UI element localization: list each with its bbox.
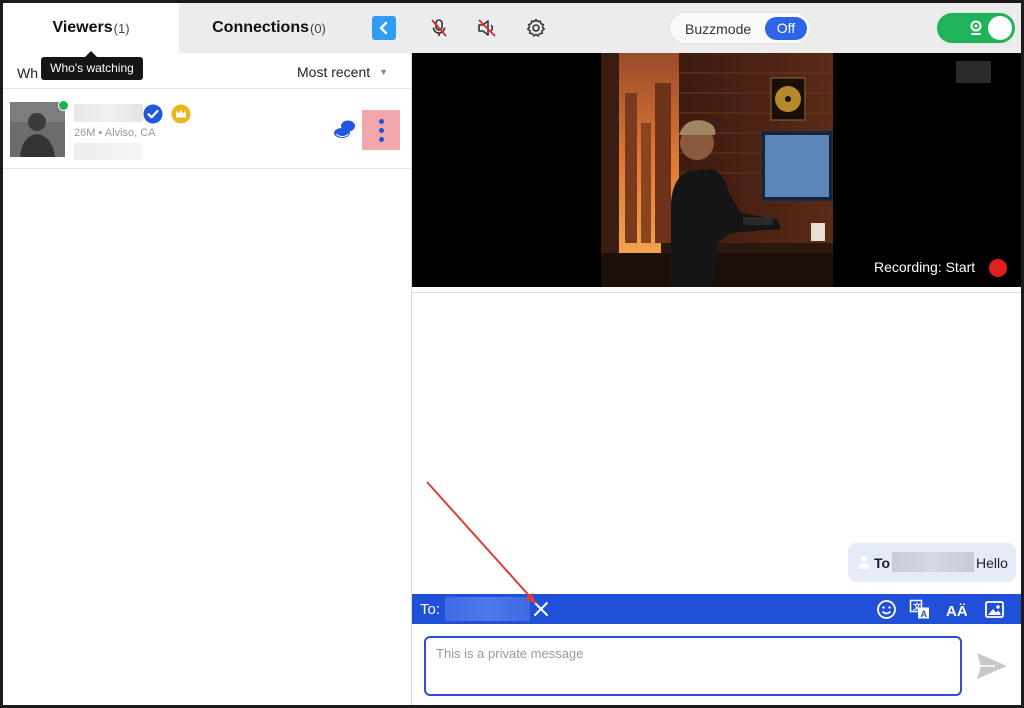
caret-down-icon: ▼: [379, 67, 389, 77]
send-icon[interactable]: [975, 650, 1009, 682]
tab-connections[interactable]: Connections (0): [179, 3, 359, 53]
recording-label: Recording: Start: [874, 259, 976, 275]
mute-mic-button[interactable]: [427, 16, 451, 40]
online-status-dot: [58, 100, 69, 111]
buzzmode-label: Buzzmode: [685, 21, 752, 37]
webcam-icon: [970, 20, 982, 35]
viewer-detail-redacted: [74, 143, 142, 160]
camera-toggle[interactable]: [937, 13, 1015, 43]
buzzmode-control: Buzzmode Off: [669, 12, 811, 44]
tab-viewers[interactable]: Viewers (1): [3, 3, 179, 53]
record-button[interactable]: [989, 259, 1007, 277]
video-frame-image: [601, 53, 833, 287]
speaker-muted-icon: [478, 19, 496, 37]
message-recipient-redacted: [892, 552, 974, 572]
close-icon[interactable]: [531, 599, 551, 619]
viewer-name-redacted: [74, 104, 143, 122]
overlay-redacted: [956, 61, 991, 83]
crown-icon: [171, 104, 191, 124]
svg-text:A: A: [921, 609, 928, 619]
avatar[interactable]: [10, 102, 65, 157]
tab-connections-label: Connections: [212, 19, 309, 36]
sort-label: Most recent: [297, 64, 371, 80]
kebab-dot: [378, 118, 384, 124]
translate-icon[interactable]: 文 A: [909, 599, 930, 620]
recipient-bar: To: 文 A AÄ: [412, 594, 1021, 624]
font-style-icon[interactable]: AÄ: [946, 599, 967, 620]
tooltip: Who's watching: [41, 51, 143, 80]
top-bar: Viewers (1) Connections (0) Buzzmode Off: [3, 3, 1021, 53]
app-window: Viewers (1) Connections (0) Buzzmode Off…: [0, 0, 1024, 708]
verified-icon: [143, 104, 163, 124]
message-to-label: To: [874, 555, 891, 571]
tab-connections-count: (0): [310, 20, 326, 36]
viewer-list-item[interactable]: 26M • Alviso, CA: [3, 89, 411, 169]
person-icon: [858, 556, 869, 569]
camera-toggle-knob: [988, 16, 1012, 40]
kebab-dot: [378, 127, 384, 133]
viewers-panel: Wh Most recent ▼ 26M • Alviso, CA: [3, 53, 412, 705]
compose-area: [412, 624, 1021, 705]
tab-viewers-count: (1): [113, 20, 130, 36]
buzzmode-toggle[interactable]: Off: [765, 17, 807, 40]
chat-area: To Hello: [412, 292, 1021, 594]
message-text: Hello: [976, 555, 1008, 571]
image-icon[interactable]: [984, 599, 1005, 620]
tab-viewers-label: Viewers: [52, 19, 113, 36]
chevron-left-icon: [379, 21, 388, 35]
filter-label: Wh: [17, 65, 38, 81]
chat-message: To Hello: [848, 543, 1016, 582]
recipient-label: To:: [420, 601, 441, 618]
sort-dropdown[interactable]: Most recent ▼: [297, 64, 388, 80]
private-message-icon[interactable]: [332, 117, 358, 143]
emoji-icon[interactable]: [876, 599, 897, 620]
settings-button[interactable]: [524, 16, 548, 40]
more-options-button[interactable]: [362, 110, 400, 150]
kebab-dot: [378, 136, 384, 142]
svg-text:AÄ: AÄ: [946, 603, 967, 620]
mute-speaker-button[interactable]: [475, 16, 499, 40]
recipient-redacted: [445, 597, 530, 621]
person-silhouette-icon: [10, 102, 65, 157]
viewer-meta: 26M • Alviso, CA: [74, 127, 156, 139]
collapse-panel-button[interactable]: [372, 16, 396, 40]
mic-muted-icon: [431, 19, 447, 37]
video-preview: Recording: Start: [412, 53, 1021, 287]
message-input[interactable]: [424, 636, 962, 696]
gear-icon: [526, 18, 546, 37]
